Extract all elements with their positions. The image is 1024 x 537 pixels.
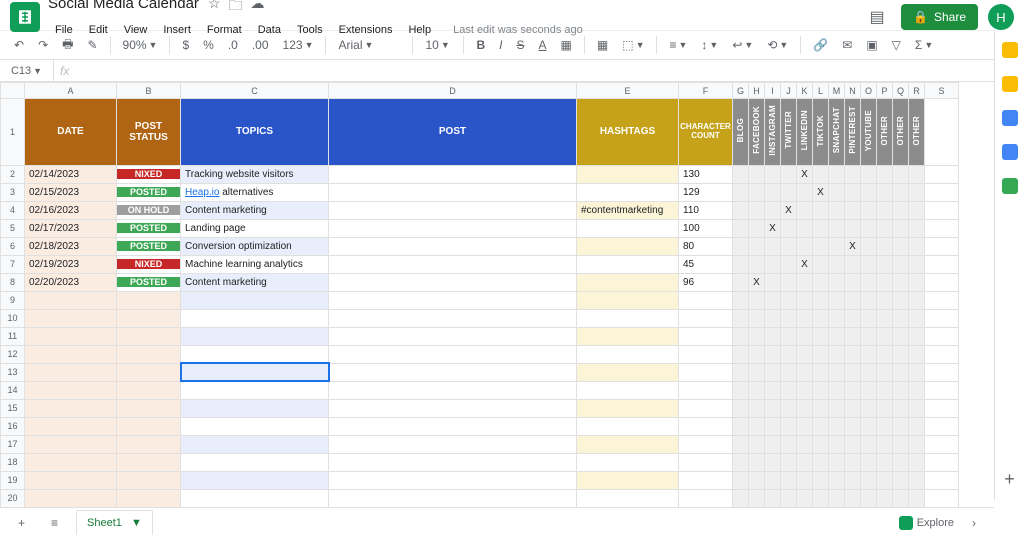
- wrap-button[interactable]: ↩▼: [728, 36, 757, 54]
- doc-title[interactable]: Social Media Calendar: [48, 0, 199, 12]
- filter-button[interactable]: ▽: [888, 36, 905, 54]
- undo-button[interactable]: ↶: [10, 36, 28, 54]
- format-number-combo[interactable]: 123▼: [279, 36, 318, 54]
- share-label: Share: [934, 10, 966, 24]
- keep-icon[interactable]: [1002, 42, 1018, 58]
- chart-button[interactable]: ▣: [862, 36, 881, 54]
- tasks-icon[interactable]: [1002, 110, 1018, 126]
- text-color-button[interactable]: A: [535, 36, 551, 54]
- fill-color-button[interactable]: ▦: [557, 36, 576, 54]
- cell-C12[interactable]: [181, 345, 329, 363]
- move-icon[interactable]: 🗀: [229, 0, 243, 19]
- explore-icon: [899, 516, 913, 530]
- add-sheet-button[interactable]: +: [10, 512, 33, 534]
- valign-button[interactable]: ↕▼: [697, 36, 722, 54]
- keep2-icon[interactable]: [1002, 76, 1018, 92]
- lock-icon: 🔒: [913, 10, 928, 24]
- cell-C15[interactable]: [181, 399, 329, 417]
- cell-C18[interactable]: [181, 453, 329, 471]
- link-button[interactable]: 🔗: [809, 36, 832, 54]
- cell-C14[interactable]: [181, 381, 329, 399]
- sheet-tabs: + ≡ Sheet1 ▼ Explore ›: [0, 507, 994, 537]
- bold-button[interactable]: B: [472, 36, 489, 54]
- all-sheets-button[interactable]: ≡: [43, 512, 66, 534]
- cell-C17[interactable]: [181, 435, 329, 453]
- star-icon[interactable]: ☆: [208, 0, 221, 19]
- sheet-tab[interactable]: Sheet1 ▼: [76, 510, 153, 535]
- cell-C11[interactable]: [181, 327, 329, 345]
- percent-button[interactable]: %: [199, 36, 218, 54]
- italic-button[interactable]: I: [495, 36, 506, 54]
- add-panel-button[interactable]: +: [1004, 469, 1015, 490]
- fx-icon: fx: [54, 64, 75, 78]
- print-button[interactable]: 🖶: [58, 33, 77, 58]
- grid-area: ABCDEFGHIJKLMNOPQRS1DATEPOST STATUSTOPIC…: [0, 82, 1024, 514]
- side-panel-toggle[interactable]: ›: [964, 512, 984, 534]
- decrease-decimal-button[interactable]: .0: [224, 36, 242, 54]
- rotate-button[interactable]: ⟲▼: [763, 36, 792, 54]
- explore-button[interactable]: Explore: [899, 516, 954, 530]
- account-avatar[interactable]: H: [988, 4, 1014, 30]
- comment-button[interactable]: ✉: [838, 36, 856, 54]
- share-button[interactable]: 🔒 Share: [901, 4, 978, 30]
- font-combo[interactable]: Arial▼: [334, 36, 404, 54]
- merge-button[interactable]: ⬚▼: [618, 36, 648, 54]
- redo-button[interactable]: ↷: [34, 36, 52, 54]
- title-block: Social Media Calendar ☆ 🗀 ☁ FileEditView…: [48, 0, 863, 39]
- side-panel: +: [994, 30, 1024, 500]
- strike-button[interactable]: S: [513, 36, 529, 54]
- comments-icon[interactable]: ▤: [863, 3, 891, 31]
- maps-icon[interactable]: [1002, 178, 1018, 194]
- formula-input[interactable]: [75, 60, 1024, 81]
- cell-C20[interactable]: [181, 489, 329, 507]
- currency-button[interactable]: $: [178, 36, 193, 54]
- app-header: Social Media Calendar ☆ 🗀 ☁ FileEditView…: [0, 0, 1024, 30]
- font-size-combo[interactable]: 10▼: [421, 36, 455, 54]
- borders-button[interactable]: ▦: [593, 36, 612, 54]
- cell-C13[interactable]: [181, 363, 329, 381]
- sheets-logo[interactable]: [10, 2, 40, 32]
- spreadsheet-grid[interactable]: ABCDEFGHIJKLMNOPQRS1DATEPOST STATUSTOPIC…: [0, 82, 959, 514]
- halign-button[interactable]: ≡▼: [665, 36, 691, 54]
- formula-bar-row: C13▼ fx: [0, 60, 1024, 82]
- paint-format-button[interactable]: ✎: [83, 36, 101, 54]
- cell-C19[interactable]: [181, 471, 329, 489]
- sheets-icon: [16, 8, 34, 26]
- increase-decimal-button[interactable]: .00: [248, 36, 273, 54]
- cell-C16[interactable]: [181, 417, 329, 435]
- zoom-combo[interactable]: 90%▼: [119, 36, 162, 54]
- contacts-icon[interactable]: [1002, 144, 1018, 160]
- functions-button[interactable]: Σ▼: [911, 36, 937, 54]
- cell-C9[interactable]: [181, 291, 329, 309]
- cloud-icon[interactable]: ☁: [251, 0, 265, 19]
- cell-C10[interactable]: [181, 309, 329, 327]
- name-box[interactable]: C13▼: [0, 60, 54, 81]
